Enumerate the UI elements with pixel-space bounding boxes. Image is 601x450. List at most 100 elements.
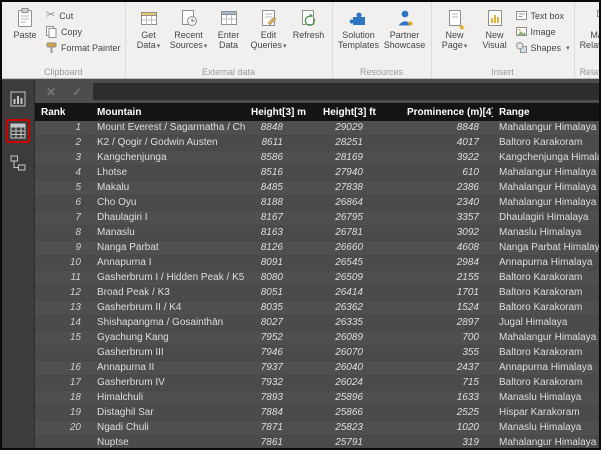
cell[interactable]: 1633 — [401, 390, 493, 406]
cell[interactable]: Mahalangur Himalaya — [493, 180, 599, 196]
cell[interactable]: 6 — [35, 195, 91, 211]
cell[interactable]: 13 — [35, 300, 91, 316]
cell[interactable]: Annapurna Himalaya — [493, 360, 599, 376]
cell[interactable]: 7952 — [245, 330, 317, 346]
cell[interactable]: 27940 — [317, 165, 401, 181]
cell[interactable]: Baltoro Karakoram — [493, 270, 599, 286]
cell[interactable]: 3357 — [401, 210, 493, 226]
cell[interactable]: 28251 — [317, 135, 401, 151]
cell[interactable]: Manaslu Himalaya — [493, 420, 599, 436]
cell[interactable]: Annapurna II — [91, 360, 245, 376]
cell[interactable]: Gasherbrum IV — [91, 375, 245, 391]
cell[interactable] — [35, 345, 91, 361]
cell[interactable]: Lhotse — [91, 165, 245, 181]
cell[interactable]: Mahalangur Himalaya — [493, 330, 599, 346]
cell[interactable]: 17 — [35, 375, 91, 391]
cell[interactable]: 15 — [35, 330, 91, 346]
cell[interactable]: 2525 — [401, 405, 493, 421]
cell[interactable]: 26509 — [317, 270, 401, 286]
cell[interactable]: 26795 — [317, 210, 401, 226]
format-painter-button[interactable]: Format Painter — [46, 41, 121, 54]
enter-data-button[interactable]: Enter Data — [210, 4, 248, 65]
cell[interactable]: Baltoro Karakoram — [493, 300, 599, 316]
new-visual-button[interactable]: New Visual — [476, 4, 514, 65]
cell[interactable]: 26414 — [317, 285, 401, 301]
cell[interactable]: 7884 — [245, 405, 317, 421]
cell[interactable]: 8080 — [245, 270, 317, 286]
cell[interactable]: Baltoro Karakoram — [493, 285, 599, 301]
cell[interactable]: 19 — [35, 405, 91, 421]
cell[interactable]: 715 — [401, 375, 493, 391]
cell[interactable]: 8167 — [245, 210, 317, 226]
column-header[interactable]: Height[3] m — [245, 103, 317, 121]
column-header[interactable]: Range — [493, 103, 599, 121]
refresh-button[interactable]: Refresh — [290, 4, 328, 65]
cell[interactable]: Cho Oyu — [91, 195, 245, 211]
get-data-button[interactable]: Get Data▾ — [130, 4, 168, 65]
cell[interactable]: Makalu — [91, 180, 245, 196]
cell[interactable]: 25896 — [317, 390, 401, 406]
cell[interactable]: 8485 — [245, 180, 317, 196]
cell[interactable]: 1524 — [401, 300, 493, 316]
cell[interactable]: 8027 — [245, 315, 317, 331]
cell[interactable]: 26024 — [317, 375, 401, 391]
cell[interactable]: Gyachung Kang — [91, 330, 245, 346]
cell[interactable]: 7946 — [245, 345, 317, 361]
cell[interactable]: 26864 — [317, 195, 401, 211]
cell[interactable]: 12 — [35, 285, 91, 301]
relationships-view-button[interactable] — [6, 151, 30, 175]
cell[interactable]: 2155 — [401, 270, 493, 286]
cell[interactable]: 3922 — [401, 150, 493, 166]
cell[interactable]: 7861 — [245, 435, 317, 448]
cell[interactable]: Shishapangma / Gosainthān — [91, 315, 245, 331]
partner-showcase-button[interactable]: Partner Showcase — [383, 4, 427, 65]
cell[interactable]: 26660 — [317, 240, 401, 256]
report-view-button[interactable] — [6, 87, 30, 111]
cell[interactable]: 26040 — [317, 360, 401, 376]
cell[interactable]: 7 — [35, 210, 91, 226]
column-header[interactable]: Mountain — [91, 103, 245, 121]
cell[interactable]: 2984 — [401, 255, 493, 271]
cell[interactable]: 355 — [401, 345, 493, 361]
cell[interactable]: Kangchenjunga — [91, 150, 245, 166]
recent-sources-button[interactable]: Recent Sources▾ — [170, 4, 208, 65]
cell[interactable]: 11 — [35, 270, 91, 286]
paste-button[interactable]: Paste — [6, 4, 44, 65]
cell[interactable] — [35, 435, 91, 448]
formula-bar[interactable] — [93, 83, 599, 100]
cell[interactable]: 8163 — [245, 225, 317, 241]
cell[interactable]: Dhaulagiri Himalaya — [493, 210, 599, 226]
cell[interactable]: 2897 — [401, 315, 493, 331]
cell[interactable]: 27838 — [317, 180, 401, 196]
cell[interactable]: 26781 — [317, 225, 401, 241]
cell[interactable]: 8516 — [245, 165, 317, 181]
data-view-button[interactable] — [6, 119, 30, 143]
cell[interactable]: 26545 — [317, 255, 401, 271]
cell[interactable]: 1701 — [401, 285, 493, 301]
cell[interactable]: 8035 — [245, 300, 317, 316]
cell[interactable]: Annapurna I — [91, 255, 245, 271]
cell[interactable]: 2437 — [401, 360, 493, 376]
copy-button[interactable]: Copy — [46, 25, 121, 38]
shapes-button[interactable]: Shapes ▾ — [515, 41, 570, 54]
cell[interactable]: Manaslu — [91, 225, 245, 241]
cell[interactable]: 3 — [35, 150, 91, 166]
cell[interactable]: Mahalangur Himalaya — [493, 165, 599, 181]
cell[interactable]: 2386 — [401, 180, 493, 196]
cell[interactable]: Gasherbrum III — [91, 345, 245, 361]
cell[interactable]: Nanga Parbat Himalaya — [493, 240, 599, 256]
cell[interactable]: 25791 — [317, 435, 401, 448]
cell[interactable]: Nanga Parbat — [91, 240, 245, 256]
cell[interactable]: Mahalangur Himalaya — [493, 121, 599, 136]
cell[interactable]: 8611 — [245, 135, 317, 151]
cell[interactable]: 25866 — [317, 405, 401, 421]
cell[interactable]: 1 — [35, 121, 91, 136]
cell[interactable]: Gasherbrum II / K4 — [91, 300, 245, 316]
cell[interactable]: 8586 — [245, 150, 317, 166]
cut-button[interactable]: ✂ Cut — [46, 9, 121, 22]
cell[interactable]: Jugal Himalaya — [493, 315, 599, 331]
cell[interactable]: Annapurna Himalaya — [493, 255, 599, 271]
cell[interactable]: 9 — [35, 240, 91, 256]
cell[interactable]: Nuptse — [91, 435, 245, 448]
cell[interactable]: Himalchuli — [91, 390, 245, 406]
